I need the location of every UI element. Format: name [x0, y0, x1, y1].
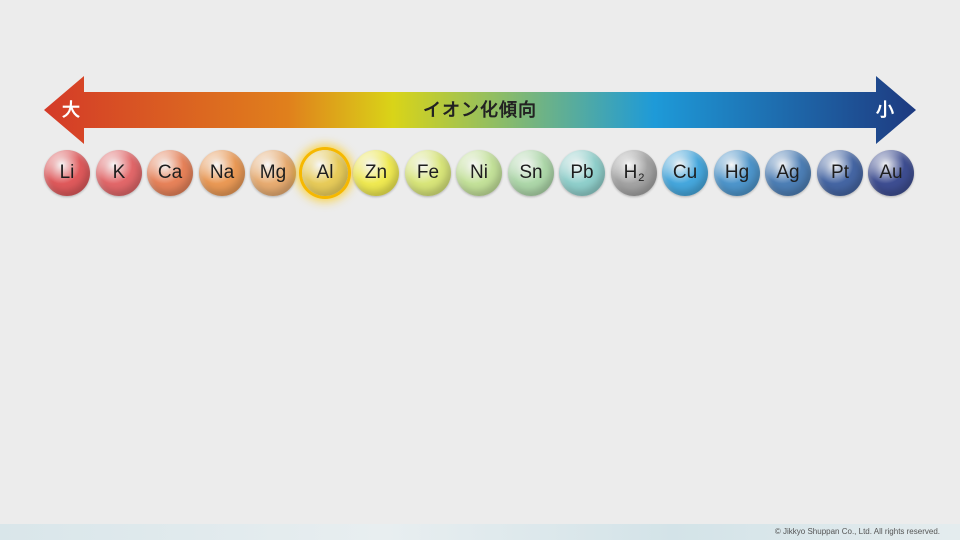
- ion-al: Al: [302, 150, 348, 196]
- ion-symbol: Pb: [570, 162, 594, 183]
- ion-ni: Ni: [456, 150, 502, 196]
- ion-au: Au: [868, 150, 914, 196]
- ion-k: K: [96, 150, 142, 196]
- slide-stage: 大 イオン化傾向 小 Li K Ca Na Mg Al Zn Fe Ni Sn Pb H 2 Cu Hg Ag…: [0, 0, 960, 540]
- ion-series-row: Li K Ca Na Mg Al Zn Fe Ni Sn Pb H 2 Cu Hg Ag Pt Au: [0, 150, 960, 196]
- ion-symbol: Ni: [470, 162, 488, 183]
- copyright-notice: © Jikkyo Shuppan Co., Ltd. All rights re…: [774, 527, 940, 536]
- ion-symbol: H: [623, 162, 638, 183]
- arrow-right-label: 小: [876, 100, 894, 121]
- ion-symbol: Al: [316, 162, 334, 183]
- ion-hg: Hg: [714, 150, 760, 196]
- ion-symbol: Hg: [724, 162, 750, 183]
- ion-cu: Cu: [662, 150, 708, 196]
- arrow-title: イオン化傾向: [423, 100, 537, 121]
- arrow-left-label: 大: [62, 100, 80, 121]
- ion-li: Li: [44, 150, 90, 196]
- ion-na: Na: [199, 150, 245, 196]
- ion-subscript: 2: [638, 172, 645, 184]
- ion-zn: Zn: [353, 150, 399, 196]
- ion-symbol: Na: [209, 162, 235, 183]
- ion-symbol: Sn: [519, 162, 543, 183]
- ion-sn: Sn: [508, 150, 554, 196]
- ion-h2: H2: [611, 150, 657, 196]
- ion-symbol: K: [112, 162, 126, 183]
- ion-symbol: Pt: [831, 162, 849, 183]
- ion-mg: Mg: [250, 150, 296, 196]
- ion-pb: Pb: [559, 150, 605, 196]
- ion-ag: Ag: [765, 150, 811, 196]
- ion-pt: Pt: [817, 150, 863, 196]
- ion-symbol: Ca: [157, 162, 183, 183]
- ion-fe: Fe: [405, 150, 451, 196]
- ion-symbol: Zn: [364, 162, 388, 183]
- ion-symbol: Li: [59, 162, 75, 183]
- ionization-tendency-arrow: [44, 76, 916, 144]
- ion-symbol: Mg: [259, 162, 287, 183]
- ion-ca: Ca: [147, 150, 193, 196]
- ion-symbol: Fe: [416, 162, 440, 183]
- ion-symbol: Au: [879, 162, 903, 183]
- ion-symbol: Cu: [672, 162, 698, 183]
- ion-symbol: Ag: [776, 162, 800, 183]
